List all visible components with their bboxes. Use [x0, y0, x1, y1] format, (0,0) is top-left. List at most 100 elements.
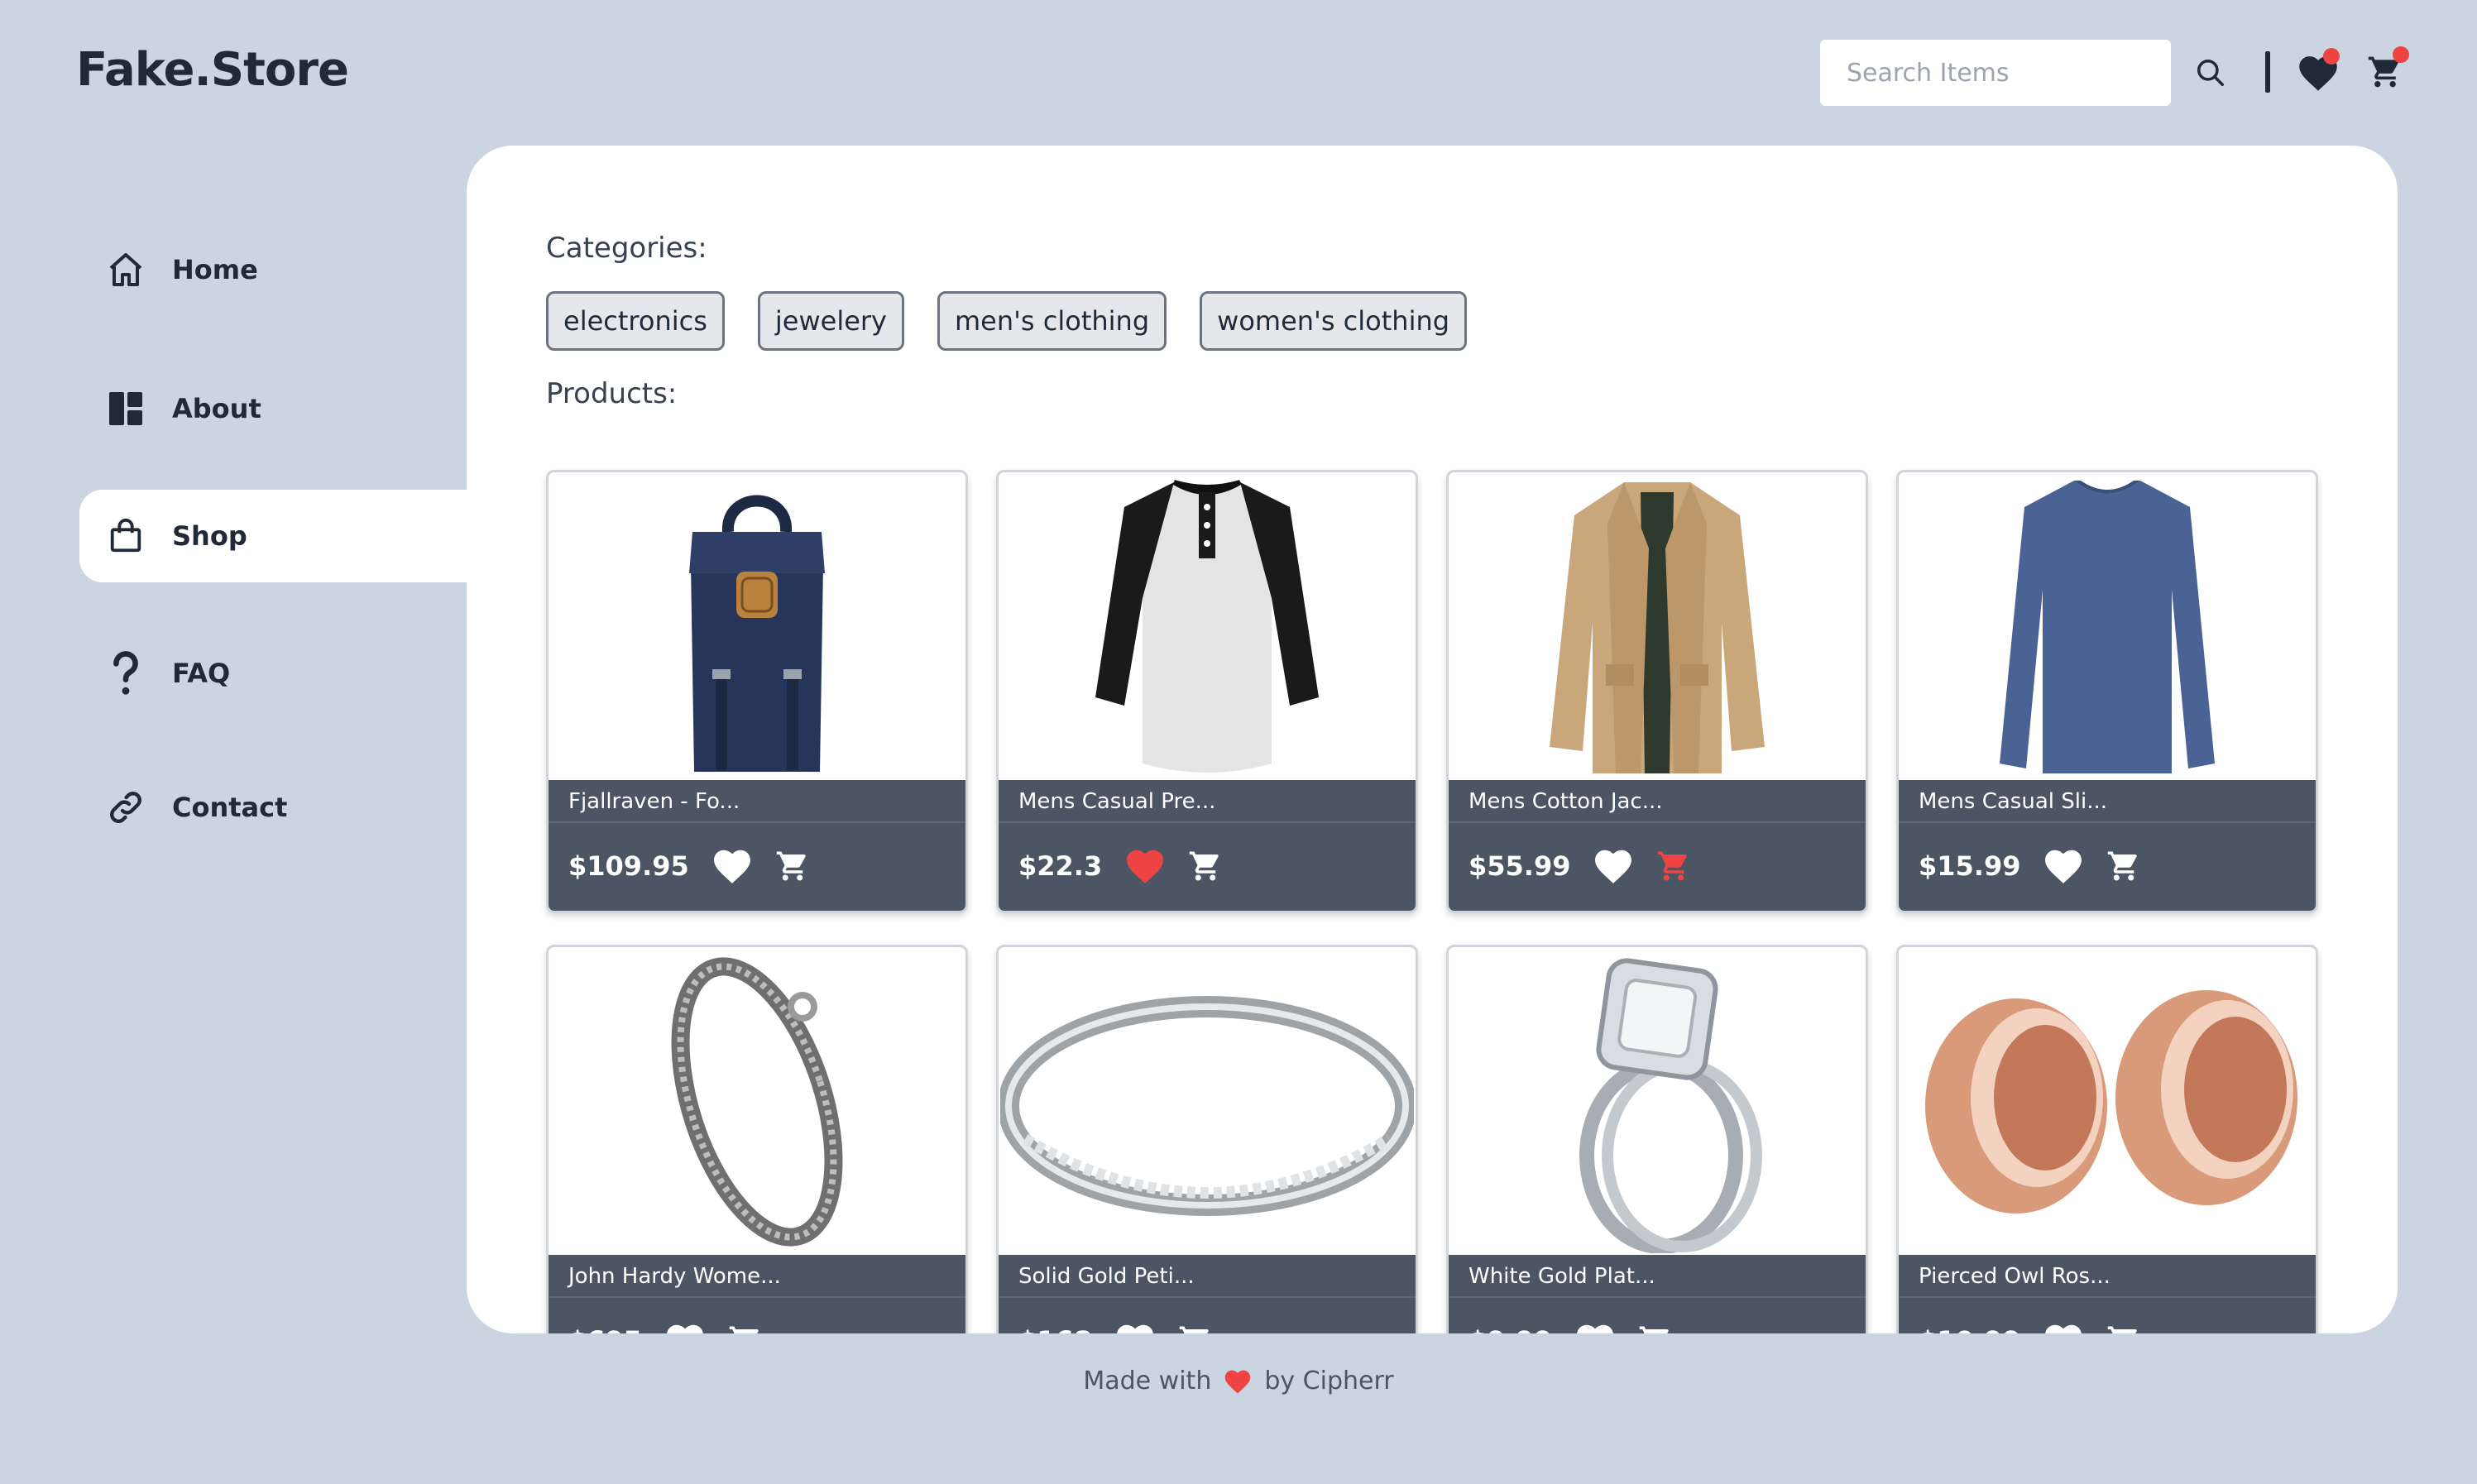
- jacket-image: [1550, 482, 1765, 773]
- product-title[interactable]: Fjallraven - Fo...: [549, 780, 965, 823]
- sidebar-item-about[interactable]: About: [79, 362, 468, 455]
- product-card[interactable]: Mens Cotton Jac... $55.99: [1446, 470, 1868, 913]
- bracelet-image: [671, 957, 843, 1247]
- diamond-ring-image: [1579, 958, 1762, 1253]
- footer-suffix: by Cipherr: [1264, 1367, 1394, 1395]
- product-image[interactable]: [999, 472, 1416, 780]
- product-title[interactable]: Mens Casual Pre...: [999, 780, 1416, 823]
- product-title[interactable]: Solid Gold Peti...: [999, 1255, 1416, 1298]
- product-card[interactable]: White Gold Plat... $9.99: [1446, 945, 1868, 1333]
- footer-prefix: Made with: [1083, 1367, 1212, 1395]
- product-title[interactable]: Mens Casual Sli...: [1899, 780, 2316, 823]
- add-to-wishlist-button[interactable]: [1590, 845, 1636, 888]
- category-womens-clothing[interactable]: women's clothing: [1200, 291, 1468, 351]
- product-title[interactable]: John Hardy Wome...: [549, 1255, 965, 1298]
- categories-label: Categories:: [546, 232, 707, 265]
- product-card[interactable]: Fjallraven - Fo... $109.95: [546, 470, 968, 913]
- top-bar: Fake.Store: [0, 0, 2477, 146]
- sidebar-item-home[interactable]: Home: [79, 223, 468, 316]
- cart-icon: [776, 851, 806, 881]
- question-icon: [104, 651, 147, 695]
- products-label: Products:: [546, 377, 678, 410]
- add-to-cart-button[interactable]: [2105, 847, 2143, 885]
- cart-icon: [1658, 851, 1688, 881]
- add-to-cart-button[interactable]: [774, 847, 812, 885]
- add-to-wishlist-button[interactable]: [2040, 845, 2087, 888]
- add-to-wishlist-button[interactable]: [662, 1319, 708, 1333]
- heart-icon: [1577, 1324, 1614, 1333]
- header-divider: [2265, 51, 2270, 93]
- heart-icon: [713, 850, 750, 883]
- add-to-wishlist-button[interactable]: [1572, 1319, 1618, 1333]
- site-logo[interactable]: Fake.Store: [76, 43, 349, 97]
- product-price: $55.99: [1468, 850, 1571, 882]
- product-price: $10.99: [1919, 1325, 2020, 1333]
- sidebar-item-label: Contact: [172, 792, 288, 823]
- product-info: Pierced Owl Ros... $10.99: [1899, 1255, 2316, 1333]
- add-to-wishlist-button[interactable]: [1112, 1319, 1158, 1333]
- cart-icon: [2108, 851, 2138, 881]
- heart-icon: [2045, 1324, 2082, 1333]
- product-info: Solid Gold Peti... $168: [999, 1255, 1416, 1333]
- product-image[interactable]: [549, 947, 965, 1255]
- product-image[interactable]: [1899, 472, 2316, 780]
- cart-badge: [2393, 46, 2409, 63]
- sidebar-item-faq[interactable]: FAQ: [79, 627, 468, 720]
- product-title[interactable]: Mens Cotton Jac...: [1449, 780, 1866, 823]
- cart-icon: [729, 1326, 759, 1333]
- wishlist-button[interactable]: [2295, 48, 2341, 94]
- product-image[interactable]: [1899, 947, 2316, 1255]
- link-icon: [104, 786, 147, 829]
- add-to-cart-button[interactable]: [1176, 1322, 1215, 1333]
- add-to-cart-button[interactable]: [1636, 1322, 1674, 1333]
- search-input[interactable]: [1820, 40, 2171, 106]
- product-grid: Fjallraven - Fo... $109.95 Mens Casual P…: [546, 470, 2321, 1333]
- add-to-wishlist-button[interactable]: [1122, 845, 1168, 888]
- product-info: John Hardy Wome... $695: [549, 1255, 965, 1333]
- add-to-cart-button[interactable]: [1186, 847, 1224, 885]
- heart-icon: [2045, 850, 2082, 883]
- heart-icon: [1127, 850, 1164, 883]
- category-mens-clothing[interactable]: men's clothing: [937, 291, 1167, 351]
- add-to-wishlist-button[interactable]: [709, 845, 755, 888]
- sidebar-item-shop[interactable]: Shop: [79, 490, 468, 582]
- main-panel: Categories: electronics jewelery men's c…: [467, 146, 2398, 1333]
- product-card[interactable]: Mens Casual Sli... $15.99: [1896, 470, 2318, 913]
- ear-plugs-image: [1925, 990, 2297, 1214]
- product-card[interactable]: Pierced Owl Ros... $10.99: [1896, 945, 2318, 1333]
- cart-icon: [1639, 1326, 1669, 1333]
- search-button[interactable]: [2192, 55, 2229, 91]
- add-to-wishlist-button[interactable]: [2040, 1319, 2087, 1333]
- shopping-bag-icon: [104, 515, 147, 558]
- cart-icon: [1179, 1326, 1209, 1333]
- product-card[interactable]: Solid Gold Peti... $168: [996, 945, 1418, 1333]
- product-image[interactable]: [1449, 947, 1866, 1255]
- heart-icon: [1117, 1324, 1153, 1333]
- sidebar-item-label: Home: [172, 254, 258, 285]
- long-sleeve-shirt-image: [2000, 481, 2215, 773]
- product-info: Fjallraven - Fo... $109.95: [549, 780, 965, 911]
- product-card[interactable]: John Hardy Wome... $695: [546, 945, 968, 1333]
- sidebar-item-label: About: [172, 393, 261, 424]
- cart-button[interactable]: [2364, 46, 2409, 93]
- sidebar-item-label: Shop: [172, 520, 247, 552]
- wishlist-badge: [2323, 48, 2340, 65]
- sidebar-item-contact[interactable]: Contact: [79, 761, 468, 854]
- add-to-cart-button[interactable]: [2105, 1322, 2143, 1333]
- product-price: $15.99: [1919, 850, 2021, 882]
- product-title[interactable]: Pierced Owl Ros...: [1899, 1255, 2316, 1298]
- dashboard-icon: [104, 387, 147, 430]
- category-electronics[interactable]: electronics: [546, 291, 725, 351]
- henley-shirt-image: [1095, 480, 1319, 773]
- product-image[interactable]: [549, 472, 965, 780]
- category-jewelery[interactable]: jewelery: [757, 291, 904, 351]
- product-info: Mens Cotton Jac... $55.99: [1449, 780, 1866, 911]
- add-to-cart-button[interactable]: [1655, 847, 1693, 885]
- product-image[interactable]: [1449, 472, 1866, 780]
- add-to-cart-button[interactable]: [726, 1322, 764, 1333]
- product-title[interactable]: White Gold Plat...: [1449, 1255, 1866, 1298]
- product-price: $695: [568, 1325, 642, 1333]
- product-image[interactable]: [999, 947, 1416, 1255]
- product-card[interactable]: Mens Casual Pre... $22.3: [996, 470, 1418, 913]
- cart-icon: [1189, 851, 1219, 881]
